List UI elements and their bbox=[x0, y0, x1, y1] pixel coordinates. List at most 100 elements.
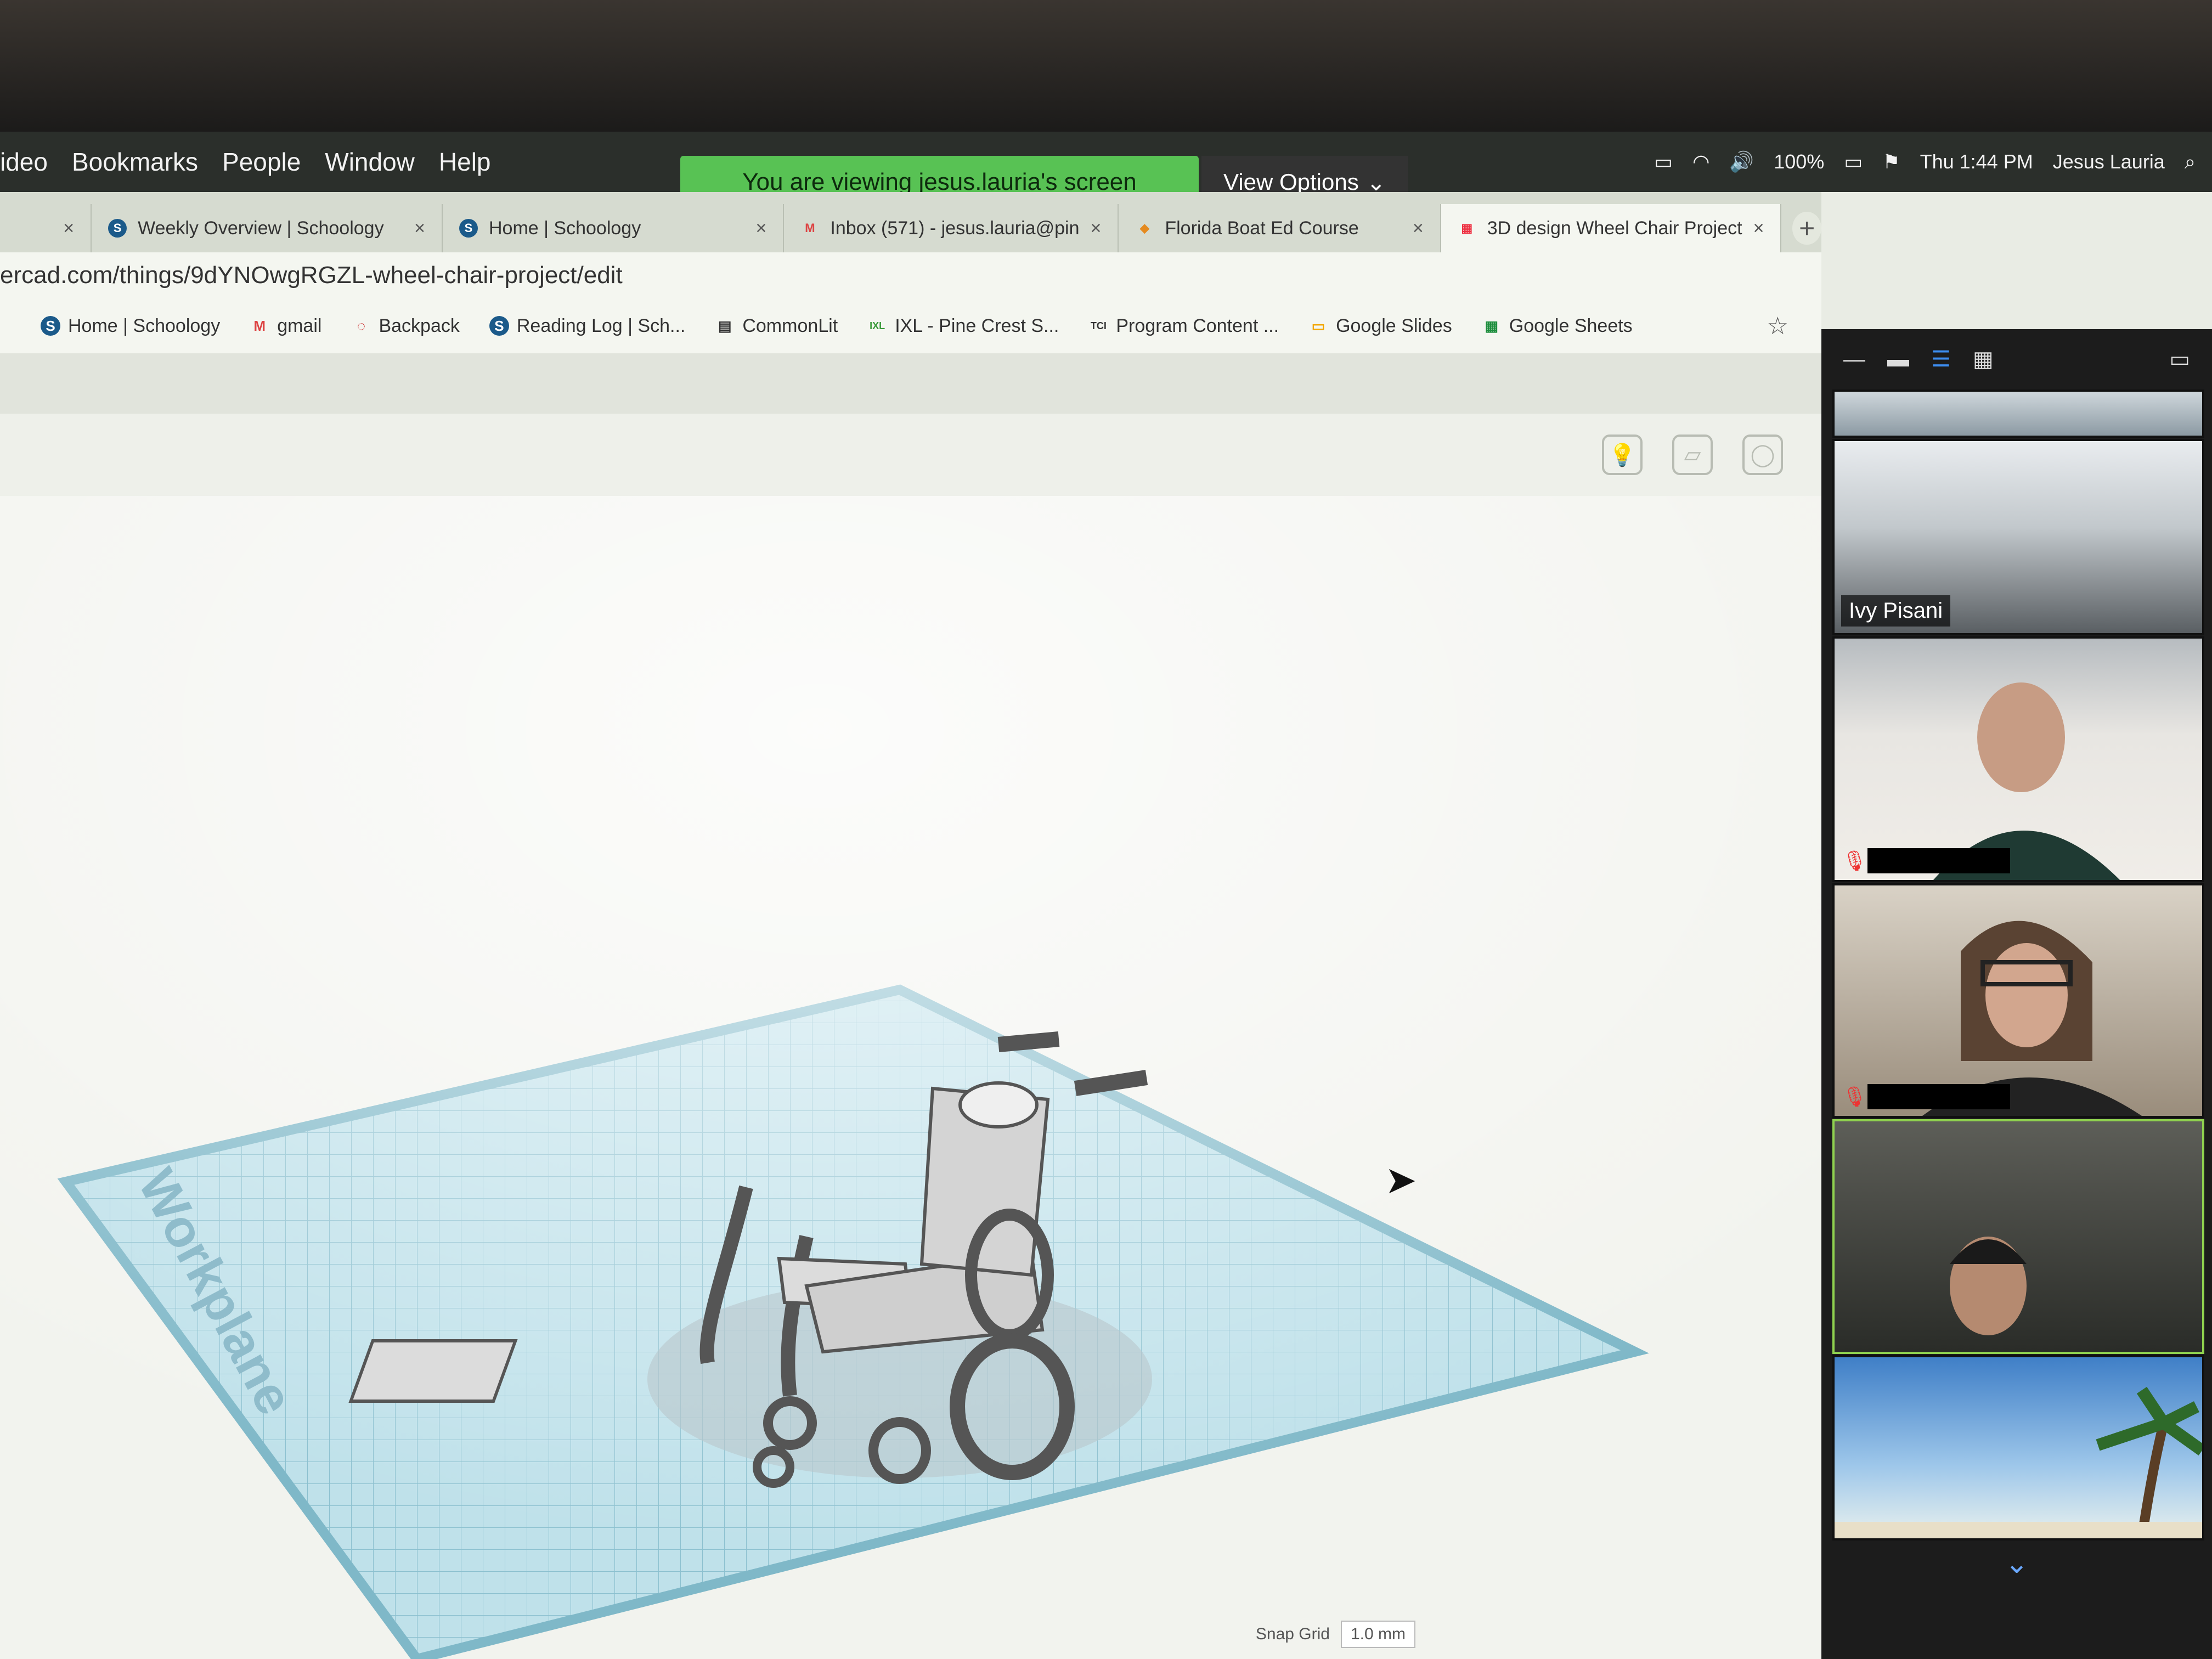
video-tile-beach-background[interactable] bbox=[1832, 1355, 2204, 1541]
google-slides-icon: ▭ bbox=[1311, 317, 1325, 334]
schoology-icon: S bbox=[459, 219, 478, 238]
airplay-icon[interactable]: ▭ bbox=[1654, 150, 1673, 173]
schoology-icon: S bbox=[41, 316, 60, 336]
close-icon[interactable]: × bbox=[414, 218, 425, 239]
new-tab-button[interactable]: + bbox=[1792, 212, 1821, 245]
snap-grid-control: Snap Grid 1.0 mm bbox=[1256, 1621, 1415, 1648]
menu-bookmarks[interactable]: Bookmarks bbox=[72, 147, 198, 177]
tab-label: 3D design Wheel Chair Project bbox=[1487, 217, 1742, 239]
minimize-icon[interactable]: — bbox=[1843, 347, 1865, 372]
redacted-name bbox=[1867, 1084, 2010, 1109]
tab-home-schoology[interactable]: S Home | Schoology × bbox=[443, 204, 785, 252]
bookmark-google-slides[interactable]: ▭ Google Slides bbox=[1308, 315, 1452, 337]
participant-silhouette bbox=[1922, 921, 2142, 1116]
gmail-icon: M bbox=[805, 221, 815, 235]
close-icon[interactable]: × bbox=[1090, 218, 1101, 239]
zoom-panel-controls: — ▬ ☰ ▦ ▭ bbox=[1821, 329, 2212, 390]
bookmark-reading-log[interactable]: S Reading Log | Sch... bbox=[489, 315, 685, 337]
tab-label: Home | Schoology bbox=[489, 217, 641, 239]
flag-icon[interactable]: ⚑ bbox=[1882, 150, 1900, 173]
book-icon: ▤ bbox=[718, 317, 732, 334]
google-sheets-icon: ▦ bbox=[1485, 317, 1499, 334]
speaker-view-icon[interactable]: ▬ bbox=[1887, 347, 1909, 372]
tab-gmail-inbox[interactable]: M Inbox (571) - jesus.lauria@pin × bbox=[784, 204, 1119, 252]
3d-viewport[interactable]: Workplane Snap Grid 1.0 mm bbox=[0, 496, 1821, 1659]
bookmarks-bar: S Home | Schoology Mgmail ◌ Backpack S Read… bbox=[0, 298, 1821, 355]
browser-tab-bar: × S Weekly Overview | Schoology × S Home… bbox=[0, 192, 1821, 252]
bookmark-ixl[interactable]: IXL IXL - Pine Crest S... bbox=[867, 315, 1059, 337]
close-icon[interactable]: × bbox=[1753, 218, 1764, 239]
bookmark-label: Backpack bbox=[379, 315, 460, 336]
panel-toggle-icon[interactable]: ▭ bbox=[2169, 347, 2190, 372]
spotlight-search-icon[interactable]: ⌕ bbox=[2185, 150, 2196, 174]
menubar-status: ▭ ◠ 🔊 100% ▭ ⚑ Thu 1:44 PM Jesus Lauria … bbox=[1654, 150, 2196, 174]
tab-weekly-overview[interactable]: S Weekly Overview | Schoology × bbox=[92, 204, 443, 252]
menu-people[interactable]: People bbox=[222, 147, 301, 177]
strip-view-icon[interactable]: ☰ bbox=[1931, 347, 1951, 372]
url-text: ercad.com/things/9dYNOwgRGZL-wheel-chair… bbox=[0, 262, 623, 289]
ixl-icon: IXL bbox=[870, 320, 885, 331]
tci-icon: TCI bbox=[1090, 320, 1107, 331]
video-tile-active-speaker[interactable] bbox=[1832, 1119, 2204, 1354]
bookmark-commonlit[interactable]: ▤ CommonLit bbox=[715, 315, 838, 337]
video-tile-ivy-pisani[interactable]: Ivy Pisani bbox=[1832, 439, 2204, 635]
menu-app-fragment[interactable]: ideo bbox=[0, 147, 48, 177]
menubar-clock[interactable]: Thu 1:44 PM bbox=[1920, 150, 2033, 173]
address-bar[interactable]: ercad.com/things/9dYNOwgRGZL-wheel-chair… bbox=[0, 252, 1821, 298]
bookmark-google-sheets[interactable]: ▦ Google Sheets bbox=[1482, 315, 1633, 337]
muted-mic-icon: 🎙 bbox=[1842, 1085, 1867, 1108]
volume-icon[interactable]: 🔊 bbox=[1729, 150, 1754, 173]
gallery-view-icon[interactable]: ▦ bbox=[1973, 347, 1994, 372]
close-icon[interactable]: × bbox=[1413, 218, 1424, 239]
bookmark-gmail[interactable]: Mgmail bbox=[250, 315, 321, 337]
video-tile-participant-2[interactable]: 🎙 bbox=[1832, 636, 2204, 882]
schoology-icon: S bbox=[108, 219, 127, 238]
snap-grid-select[interactable]: 1.0 mm bbox=[1340, 1621, 1415, 1648]
bookmark-star-icon[interactable]: ☆ bbox=[1767, 312, 1788, 340]
note-icon[interactable]: ▱ bbox=[1672, 435, 1713, 475]
bookmark-program-content[interactable]: TCI Program Content ... bbox=[1088, 315, 1279, 337]
tab-partial[interactable]: × bbox=[0, 204, 92, 252]
redacted-name bbox=[1867, 848, 2010, 873]
tab-label: Inbox (571) - jesus.lauria@pin bbox=[830, 217, 1080, 239]
tab-boat-ed[interactable]: ◆ Florida Boat Ed Course × bbox=[1119, 204, 1441, 252]
menu-window[interactable]: Window bbox=[325, 147, 415, 177]
boat-ed-icon: ◆ bbox=[1139, 221, 1149, 235]
shape-view-icon[interactable]: ◯ bbox=[1742, 435, 1783, 475]
bookmark-home-schoology[interactable]: S Home | Schoology bbox=[41, 315, 220, 337]
bookmark-label: Home | Schoology bbox=[68, 315, 221, 336]
muted-mic-icon: 🎙 bbox=[1842, 849, 1867, 872]
menu-help[interactable]: Help bbox=[439, 147, 491, 177]
close-icon[interactable]: × bbox=[756, 218, 767, 239]
participant-silhouette bbox=[1950, 1237, 2027, 1335]
bookmark-label: Google Slides bbox=[1336, 315, 1452, 336]
workplane-scene: Workplane bbox=[0, 496, 1821, 1659]
menubar-user[interactable]: Jesus Lauria bbox=[2053, 150, 2165, 173]
tinkercad-header bbox=[0, 353, 1821, 415]
video-tile-classroom-top[interactable] bbox=[1832, 390, 2204, 438]
lightbulb-icon[interactable]: 💡 bbox=[1602, 435, 1643, 475]
tab-label: Weekly Overview | Schoology bbox=[138, 217, 384, 239]
participant-name: Ivy Pisani bbox=[1841, 595, 1951, 627]
bookmark-label: Google Sheets bbox=[1509, 315, 1633, 336]
bookmark-label: gmail bbox=[277, 315, 322, 336]
participant-silhouette bbox=[1933, 682, 2120, 880]
video-tile-participant-3[interactable]: 🎙 bbox=[1832, 883, 2204, 1118]
tinkercad-icon: ▦ bbox=[1461, 221, 1473, 235]
wifi-icon[interactable]: ◠ bbox=[1692, 150, 1709, 173]
screen: ideo Bookmarks People Window Help ▭ ◠ 🔊 … bbox=[0, 132, 2212, 1659]
tab-tinkercad-project[interactable]: ▦ 3D design Wheel Chair Project × bbox=[1441, 204, 1782, 252]
battery-icon[interactable]: ▭ bbox=[1844, 150, 1863, 173]
close-icon[interactable]: × bbox=[63, 218, 74, 239]
schoology-icon: S bbox=[489, 316, 509, 336]
gmail-icon: M bbox=[253, 317, 266, 334]
zoom-gallery-panel: — ▬ ☰ ▦ ▭ Ivy Pisani 🎙 🎙 ⌄ bbox=[1821, 329, 2212, 1659]
snap-grid-label: Snap Grid bbox=[1255, 1625, 1330, 1643]
view-options-label: View Options bbox=[1223, 169, 1359, 195]
palm-tree-background bbox=[1835, 1386, 2202, 1538]
tab-label: Florida Boat Ed Course bbox=[1165, 217, 1359, 239]
bookmark-backpack[interactable]: ◌ Backpack bbox=[351, 315, 460, 337]
bookmark-label: Reading Log | Sch... bbox=[516, 315, 686, 336]
tinkercad-toolbar: 💡 ▱ ◯ bbox=[0, 414, 1821, 496]
scroll-down-chevron-icon[interactable]: ⌄ bbox=[1821, 1547, 2212, 1580]
